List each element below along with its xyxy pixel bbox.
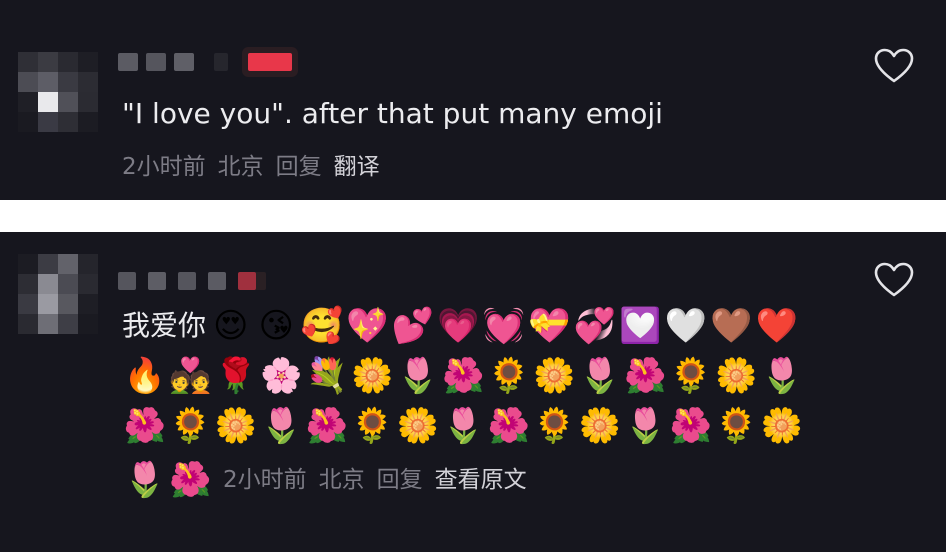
comment-location: 北京 bbox=[217, 154, 264, 180]
comment-item-1: "I love you". after that put many emoji … bbox=[0, 0, 946, 200]
emoji: 🌺 bbox=[442, 356, 485, 396]
emoji: 🥰 bbox=[300, 306, 343, 346]
emoji: 💝 bbox=[528, 306, 571, 346]
emoji: 💗 bbox=[437, 306, 480, 346]
emoji: 🌼 bbox=[214, 406, 257, 446]
emoji: 🌺 bbox=[305, 406, 348, 446]
emoji: 🌻 bbox=[487, 356, 530, 396]
emoji: 💞 bbox=[573, 306, 616, 346]
emoji: ❤️ bbox=[755, 306, 798, 346]
emoji: 🌷 bbox=[578, 356, 621, 396]
emoji: 😍 bbox=[213, 306, 249, 346]
emoji: 💟 bbox=[619, 306, 662, 346]
emoji: 💑 bbox=[169, 356, 212, 396]
username-redacted[interactable] bbox=[118, 53, 292, 71]
emoji: 💕 bbox=[391, 306, 434, 346]
emoji: 🌼 bbox=[396, 406, 439, 446]
emoji: 🌻 bbox=[715, 406, 758, 446]
view-original-button[interactable]: 查看原文 bbox=[435, 465, 527, 495]
section-divider bbox=[0, 200, 946, 232]
comment-text-prefix: 我爱你 bbox=[122, 309, 207, 342]
emoji: 🌻 bbox=[669, 356, 712, 396]
emoji: 🌻 bbox=[533, 406, 576, 446]
emoji: 🌼 bbox=[760, 406, 803, 446]
emoji: 🌻 bbox=[351, 406, 394, 446]
comment-location: 北京 bbox=[318, 467, 365, 493]
reply-button[interactable]: 回复 bbox=[377, 465, 423, 495]
comment-meta: 2小时前 北京 回复 查看原文 bbox=[223, 465, 527, 495]
emoji: 💐 bbox=[305, 356, 348, 396]
emoji: 🌷 bbox=[123, 460, 166, 500]
comment-meta: 2小时前 北京 回复 翻译 bbox=[122, 152, 380, 182]
emoji: 🌷 bbox=[442, 406, 485, 446]
emoji: 🌼 bbox=[533, 356, 576, 396]
emoji: 🌺 bbox=[669, 406, 712, 446]
emoji: 🌼 bbox=[715, 356, 758, 396]
avatar-pixelated[interactable] bbox=[18, 254, 98, 334]
comment-time: 2小时前 bbox=[122, 154, 206, 180]
reply-button[interactable]: 回复 bbox=[276, 152, 322, 182]
username-redacted[interactable] bbox=[118, 272, 256, 290]
emoji: 🌷 bbox=[760, 356, 803, 396]
comment-text: "I love you". after that put many emoji bbox=[122, 97, 663, 130]
emoji: 🌼 bbox=[351, 356, 394, 396]
emoji: 🤍 bbox=[664, 306, 707, 346]
translate-button[interactable]: 翻译 bbox=[334, 152, 380, 182]
emoji: 🌸 bbox=[260, 356, 303, 396]
heart-outline-icon[interactable] bbox=[874, 48, 914, 84]
emoji: 😘 bbox=[258, 306, 294, 346]
emoji: 🌺 bbox=[123, 406, 166, 446]
emoji: 🔥 bbox=[123, 356, 166, 396]
emoji: 🌷 bbox=[260, 406, 303, 446]
emoji: 🌺 bbox=[487, 406, 530, 446]
comment-text-line-3: 🌺 🌻 🌼 🌷 🌺 🌻 🌼 🌷 🌺 🌻 🌼 🌷 🌺 🌻 🌼 bbox=[122, 404, 805, 448]
comment-text-line-4: 🌷 🌺 2小时前 北京 回复 查看原文 bbox=[122, 458, 527, 502]
emoji: 🌼 bbox=[578, 406, 621, 446]
emoji: 🌺 bbox=[169, 460, 212, 500]
emoji: 🌻 bbox=[169, 406, 212, 446]
comment-text-line-1: 我爱你 😍 😘 🥰 💖 💕 💗 💓 💝 💞 💟 🤍 🤎 ❤️ bbox=[122, 304, 800, 348]
emoji: 🌺 bbox=[624, 356, 667, 396]
comment-text-line-2: 🔥 💑 🌹 🌸 💐 🌼 🌷 🌺 🌻 🌼 🌷 🌺 🌻 🌼 🌷 bbox=[122, 354, 805, 398]
emoji: 🌷 bbox=[624, 406, 667, 446]
heart-outline-icon[interactable] bbox=[874, 262, 914, 298]
emoji: 💓 bbox=[482, 306, 525, 346]
avatar-pixelated[interactable] bbox=[18, 52, 98, 132]
emoji: 🤎 bbox=[710, 306, 753, 346]
comment-time: 2小时前 bbox=[223, 467, 307, 493]
emoji: 💖 bbox=[346, 306, 389, 346]
emoji: 🌹 bbox=[214, 356, 257, 396]
emoji: 🌷 bbox=[396, 356, 439, 396]
